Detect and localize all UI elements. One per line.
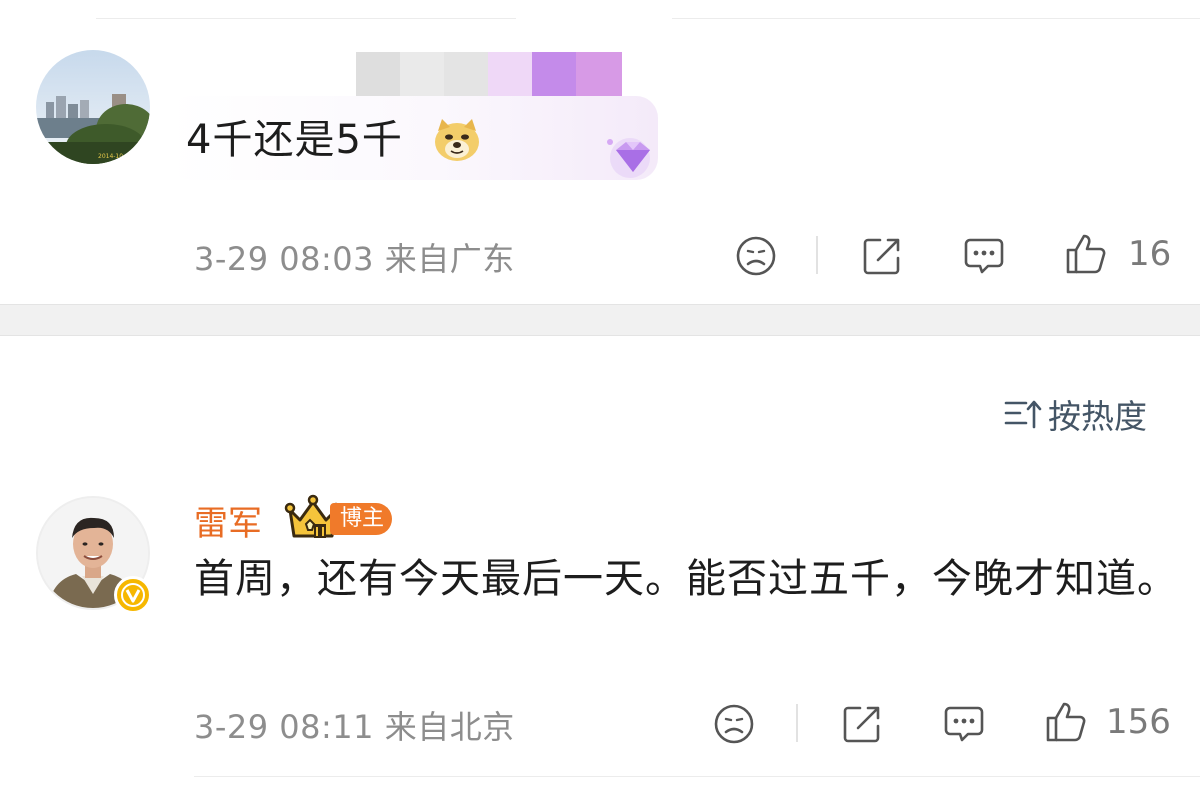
gem-decoration-icon [607,138,650,178]
sort-button[interactable]: 按热度 [1004,392,1147,436]
avatar[interactable]: 2014-10 [36,50,150,164]
like-count: 156 [1106,702,1171,742]
action-separator [796,704,798,742]
timestamp: 3-29 08:11 [194,708,375,746]
sort-icon [1004,400,1042,429]
verified-badge-icon [114,576,152,614]
share-icon[interactable] [860,234,904,278]
username[interactable]: 雷军 [194,496,262,545]
bottom-divider [194,776,1200,777]
comment-icon[interactable] [962,234,1006,278]
comment-meta: 3-29 08:11 来自北京 [194,702,515,748]
location: 来自北京 [384,708,515,746]
role-badge: 博主 [330,503,393,535]
sort-label: 按热度 [1048,397,1147,436]
comment-text: 4千还是5千 [186,117,403,163]
timestamp: 3-29 08:03 [194,240,375,278]
like-icon[interactable] [1064,232,1108,276]
comment-text: 首周，还有今天最后一天。能否过五千，今晚才知道。 [194,556,1178,602]
location: 来自广东 [384,240,515,278]
like-count: 16 [1128,234,1172,274]
svg-text:2014-10: 2014-10 [98,153,123,160]
sad-face-icon[interactable] [734,234,778,278]
section-divider [0,304,1200,336]
doge-emoji-icon [435,119,479,161]
comment-icon[interactable] [942,702,986,746]
top-divider-left [96,18,516,19]
share-icon[interactable] [840,702,884,746]
like-icon[interactable] [1044,700,1088,744]
sad-face-icon[interactable] [712,702,756,746]
action-separator [816,236,818,274]
comment-meta: 3-29 08:03 来自广东 [194,234,515,280]
top-divider-right [672,18,1200,19]
